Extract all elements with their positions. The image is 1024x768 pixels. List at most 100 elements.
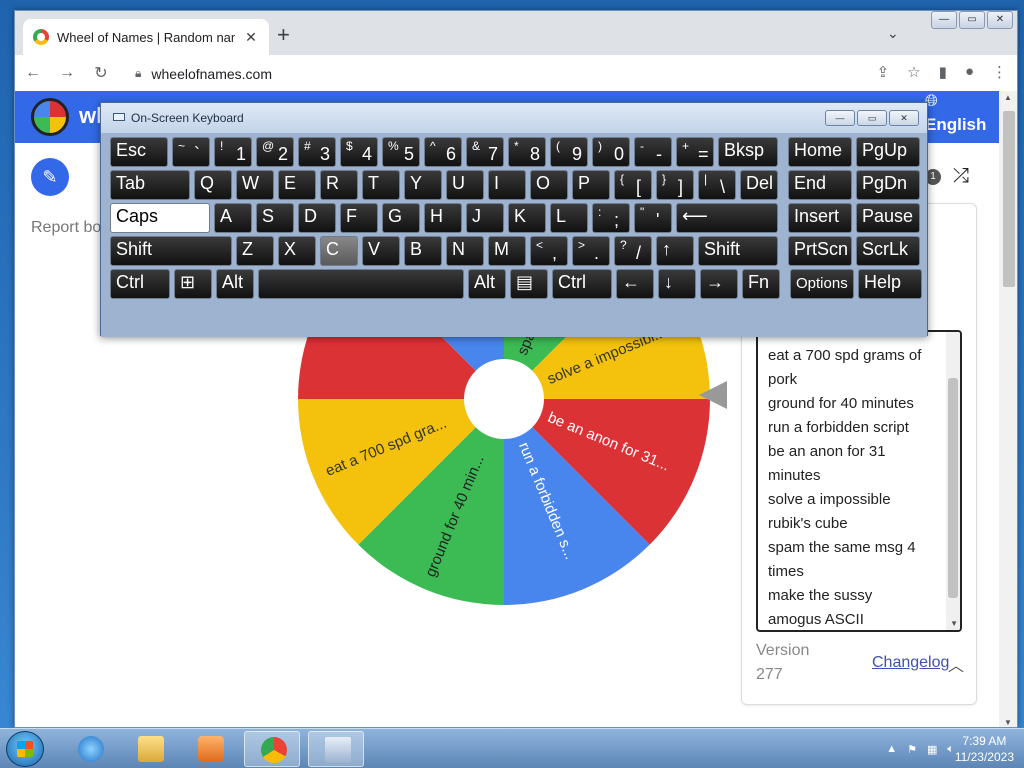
key-pause[interactable]: Pause (856, 203, 920, 233)
page-scrollbar[interactable]: ▲ ▼ (999, 91, 1017, 727)
page-scroll-thumb[interactable] (1003, 111, 1015, 287)
key-a[interactable]: A (214, 203, 252, 233)
key-alt[interactable]: Alt (216, 269, 254, 299)
browser-tab[interactable]: Wheel of Names | Random name ✕ (23, 19, 269, 55)
key-help[interactable]: Help (858, 269, 922, 299)
taskbar-osk[interactable] (308, 731, 364, 767)
site-logo[interactable] (31, 98, 69, 136)
entries-scrollbar[interactable]: ▼ (946, 332, 960, 630)
key-[interactable]: :; (592, 203, 630, 233)
key-prtscn[interactable]: PrtScn (788, 236, 852, 266)
new-tab-button[interactable]: + (277, 23, 290, 47)
share-icon[interactable]: ⇪ (877, 63, 890, 81)
bookmark-star-icon[interactable]: ☆ (907, 63, 920, 81)
entries-textarea[interactable]: eat a 700 spd grams of pork ground for 40 … (756, 330, 962, 632)
key-n[interactable]: N (446, 236, 484, 266)
key-4[interactable]: $4 (340, 137, 378, 167)
key-j[interactable]: J (466, 203, 504, 233)
key-k[interactable]: K (508, 203, 546, 233)
action-center-icon[interactable]: ⚑ (907, 743, 917, 756)
key-i[interactable]: I (488, 170, 526, 200)
key-pgdn[interactable]: PgDn (856, 170, 920, 200)
chevron-up-icon[interactable]: ︿ (948, 652, 964, 676)
side-panel-icon[interactable]: ▮ (939, 63, 947, 81)
minimize-button[interactable]: — (931, 11, 957, 29)
report-link[interactable]: Report bo (31, 219, 101, 237)
key-t[interactable]: T (362, 170, 400, 200)
close-tab-icon[interactable]: ✕ (243, 29, 259, 46)
key-m[interactable]: M (488, 236, 526, 266)
shuffle-icon[interactable]: ⤮ (953, 165, 969, 188)
key-z[interactable]: Z (236, 236, 274, 266)
taskbar-chrome[interactable] (244, 731, 300, 767)
key-[interactable]: ↑ (656, 236, 694, 266)
key-6[interactable]: ^ 6 (424, 137, 462, 167)
key-x[interactable]: X (278, 236, 316, 266)
key-w[interactable]: W (236, 170, 274, 200)
edit-pencil-icon[interactable]: ✎ (31, 158, 69, 196)
key-alt[interactable]: Alt (468, 269, 506, 299)
key-p[interactable]: P (572, 170, 610, 200)
key-2[interactable]: @2 (256, 137, 294, 167)
key-c[interactable]: C (320, 236, 358, 266)
key-ctrl[interactable]: Ctrl (552, 269, 612, 299)
osk-maximize-button[interactable]: ▭ (857, 110, 887, 126)
key-caps[interactable]: Caps (110, 203, 210, 233)
scroll-down-arrow-icon[interactable]: ▼ (1004, 718, 1012, 727)
osk-close-button[interactable]: ✕ (889, 110, 919, 126)
key-[interactable]: → (700, 269, 738, 299)
key-[interactable]: + = (676, 137, 714, 167)
key-l[interactable]: L (550, 203, 588, 233)
wheel-center-hub[interactable] (464, 359, 544, 439)
key-options[interactable]: Options (790, 269, 854, 299)
key-shift[interactable]: Shift (698, 236, 778, 266)
key-[interactable]: ▤ (510, 269, 548, 299)
key-e[interactable]: E (278, 170, 316, 200)
scroll-down-arrow-icon[interactable]: ▼ (950, 619, 958, 628)
key-pgup[interactable]: PgUp (856, 137, 920, 167)
key-o[interactable]: O (530, 170, 568, 200)
key-r[interactable]: R (320, 170, 358, 200)
clock[interactable]: 7:39 AM 11/23/2023 (955, 733, 1014, 765)
key-q[interactable]: Q (194, 170, 232, 200)
key-3[interactable]: #3 (298, 137, 336, 167)
key-f[interactable]: F (340, 203, 378, 233)
show-hidden-icons-icon[interactable]: ▲ (886, 743, 897, 755)
key-d[interactable]: D (298, 203, 336, 233)
language-selector[interactable]: English (925, 115, 986, 135)
menu-kebab-icon[interactable]: ⋮ (992, 63, 1007, 81)
key-h[interactable]: H (424, 203, 462, 233)
key-[interactable]: {[ (614, 170, 652, 200)
key-v[interactable]: V (362, 236, 400, 266)
key-s[interactable]: S (256, 203, 294, 233)
scroll-up-arrow-icon[interactable]: ▲ (1004, 93, 1012, 102)
key-[interactable]: >. (572, 236, 610, 266)
key-ctrl[interactable]: Ctrl (110, 269, 170, 299)
key-shift[interactable]: Shift (110, 236, 232, 266)
key-end[interactable]: End (788, 170, 852, 200)
key-scrlk[interactable]: ScrLk (856, 236, 920, 266)
start-button[interactable] (6, 731, 44, 767)
key-[interactable]: }] (656, 170, 694, 200)
key-9[interactable]: (9 (550, 137, 588, 167)
changelog-link[interactable]: Changelog (872, 654, 949, 672)
key-tab[interactable]: Tab (110, 170, 190, 200)
profile-icon[interactable]: ● (965, 63, 974, 81)
osk-titlebar[interactable]: On-Screen Keyboard — ▭ ✕ (101, 103, 927, 133)
key-[interactable]: ⟵ (676, 203, 778, 233)
back-arrow-icon[interactable]: ← (23, 64, 43, 82)
maximize-button[interactable]: ▭ (959, 11, 985, 29)
key-[interactable]: ⊞ (174, 269, 212, 299)
taskbar-media[interactable] (182, 731, 238, 767)
reload-icon[interactable]: ↻ (91, 63, 111, 83)
address-bar[interactable]: 🔒︎ wheelofnames.com (123, 60, 923, 87)
key-0[interactable]: ) 0 (592, 137, 630, 167)
key-7[interactable]: & 7 (466, 137, 504, 167)
key-[interactable]: ← (616, 269, 654, 299)
key-[interactable]: -- (634, 137, 672, 167)
key-[interactable]: ? / (614, 236, 652, 266)
key-u[interactable]: U (446, 170, 484, 200)
key-space[interactable] (258, 269, 464, 299)
tab-search-chevron-icon[interactable]: ⌄ (887, 25, 899, 42)
volume-icon[interactable]: 🔈︎ (947, 743, 954, 756)
